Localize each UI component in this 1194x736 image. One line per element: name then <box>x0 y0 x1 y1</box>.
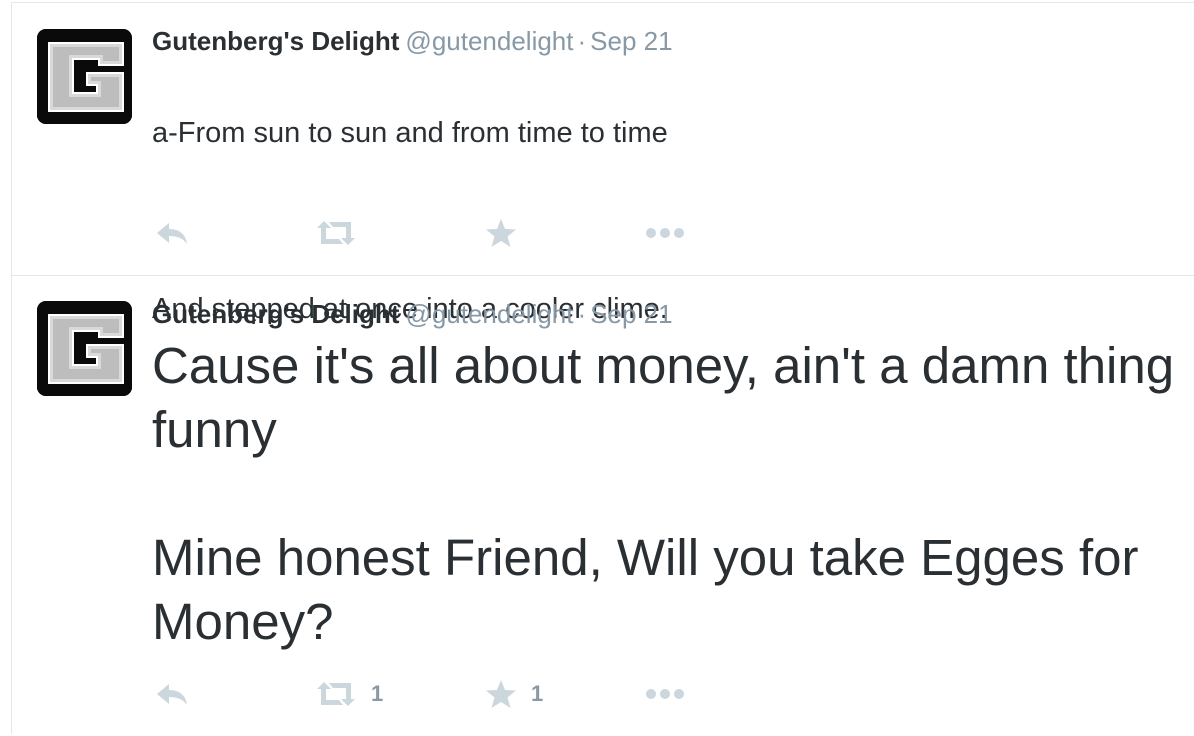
retweet-icon <box>317 221 355 245</box>
tweet-text-paragraph: Mine honest Friend, Will you take Egges … <box>152 529 1139 650</box>
separator: · <box>577 26 587 56</box>
favorite-button[interactable]: 1 <box>485 676 543 712</box>
timestamp[interactable]: Sep 21 <box>590 26 672 56</box>
separator: · <box>577 299 587 329</box>
tweet[interactable]: Gutenberg's Delight @gutendelight · Sep 21 … <box>12 276 1194 736</box>
favorite-button[interactable] <box>485 215 531 251</box>
fullname[interactable]: Gutenberg's Delight <box>152 26 399 56</box>
reply-icon <box>157 223 187 244</box>
tweet-text-paragraph: Cause it's all about money, ain't a damn… <box>152 337 1175 458</box>
username[interactable]: @gutendelight <box>405 299 573 329</box>
tweet-text-line: a-From sun to sun and from time to time <box>152 117 668 149</box>
fullname[interactable]: Gutenberg's Delight <box>152 299 399 329</box>
avatar[interactable] <box>37 29 132 124</box>
username[interactable]: @gutendelight <box>405 26 573 56</box>
avatar-logo-icon <box>37 29 132 124</box>
more-icon <box>646 228 684 238</box>
timeline: Gutenberg's Delight @gutendelight · Sep 21 … <box>11 2 1194 734</box>
reply-button[interactable] <box>155 215 189 251</box>
reply-button[interactable] <box>155 676 189 712</box>
retweet-count: 1 <box>371 681 384 706</box>
tweet-header: Gutenberg's Delight @gutendelight · Sep 21 <box>152 299 673 329</box>
tweet-header: Gutenberg's Delight @gutendelight · Sep 21 <box>152 26 673 56</box>
avatar-logo-icon <box>37 301 132 396</box>
more-button[interactable] <box>645 676 685 712</box>
retweet-button[interactable]: 1 <box>315 676 383 712</box>
retweet-button[interactable] <box>315 215 371 251</box>
retweet-icon <box>317 682 355 706</box>
more-icon <box>646 689 684 699</box>
reply-icon <box>157 684 187 705</box>
star-icon <box>486 680 516 708</box>
tweet[interactable]: Gutenberg's Delight @gutendelight · Sep 21 … <box>12 3 1194 325</box>
star-icon <box>486 219 516 247</box>
favorite-count: 1 <box>531 681 544 706</box>
more-button[interactable] <box>645 215 685 251</box>
timestamp[interactable]: Sep 21 <box>590 299 672 329</box>
avatar[interactable] <box>37 301 132 396</box>
